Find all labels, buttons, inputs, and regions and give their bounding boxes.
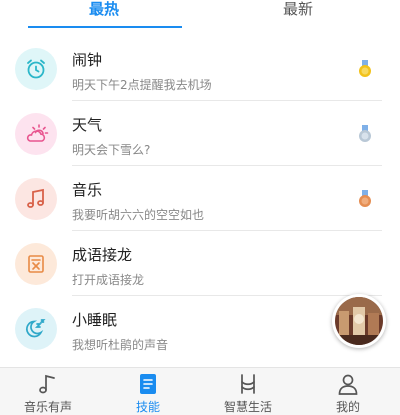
smart-life-icon xyxy=(241,374,255,394)
nav-label: 音乐有声 xyxy=(23,400,72,414)
nav-music-audio[interactable]: 音乐有声 xyxy=(8,368,88,415)
skill-example: 明天下午2点提醒我去机场 xyxy=(72,78,212,92)
active-tab-indicator xyxy=(28,26,182,28)
nav-label: 智慧生活 xyxy=(223,400,272,414)
now-playing-bubble[interactable] xyxy=(332,294,386,348)
nav-label: 技能 xyxy=(135,400,160,414)
user-profile-icon xyxy=(338,374,358,395)
skill-icon-circle xyxy=(15,48,57,90)
bottom-navigation: 音乐有声 技能 智慧生活 我的 xyxy=(0,367,400,415)
skill-title: 天气 xyxy=(72,116,103,134)
skill-title: 音乐 xyxy=(72,181,103,199)
skill-icon-circle xyxy=(15,308,57,350)
now-playing-cover-image xyxy=(335,297,383,345)
skill-example: 我想听杜鹃的声音 xyxy=(72,338,169,352)
music-note-icon xyxy=(39,374,55,394)
gold-medal-icon xyxy=(359,60,371,77)
bronze-medal-icon xyxy=(359,190,371,207)
skill-example: 打开成语接龙 xyxy=(72,273,145,287)
skill-example: 我要听胡六六的空空如也 xyxy=(72,208,205,222)
weather-sun-cloud-icon xyxy=(26,124,49,142)
skill-icon-circle xyxy=(15,113,57,155)
skill-item-weather[interactable]: 天气 明天会下雪么? xyxy=(0,101,400,166)
idiom-book-icon xyxy=(28,255,44,273)
nav-me[interactable]: 我的 xyxy=(308,368,388,415)
silver-medal-icon xyxy=(359,125,371,142)
skill-icon-circle xyxy=(15,178,57,220)
skill-title: 闹钟 xyxy=(72,51,103,69)
skills-book-icon xyxy=(140,374,156,394)
skill-item-idiom-chain[interactable]: 成语接龙 打开成语接龙 xyxy=(0,231,400,296)
music-note-icon xyxy=(27,188,44,208)
top-tabs: 最热 最新 xyxy=(0,0,400,32)
tab-new[interactable]: 最新 xyxy=(222,0,374,30)
skill-title: 小睡眠 xyxy=(72,311,118,329)
sleep-moon-icon xyxy=(26,319,46,338)
skill-example: 明天会下雪么? xyxy=(72,143,151,157)
skill-item-music[interactable]: 音乐 我要听胡六六的空空如也 xyxy=(0,166,400,231)
nav-skills[interactable]: 技能 xyxy=(108,368,188,415)
skill-title: 成语接龙 xyxy=(72,246,133,264)
skill-icon-circle xyxy=(15,243,57,285)
nav-label: 我的 xyxy=(335,400,360,414)
nav-smart-life[interactable]: 智慧生活 xyxy=(208,368,288,415)
skill-item-alarm[interactable]: 闹钟 明天下午2点提醒我去机场 xyxy=(0,36,400,101)
alarm-clock-icon xyxy=(27,59,45,79)
